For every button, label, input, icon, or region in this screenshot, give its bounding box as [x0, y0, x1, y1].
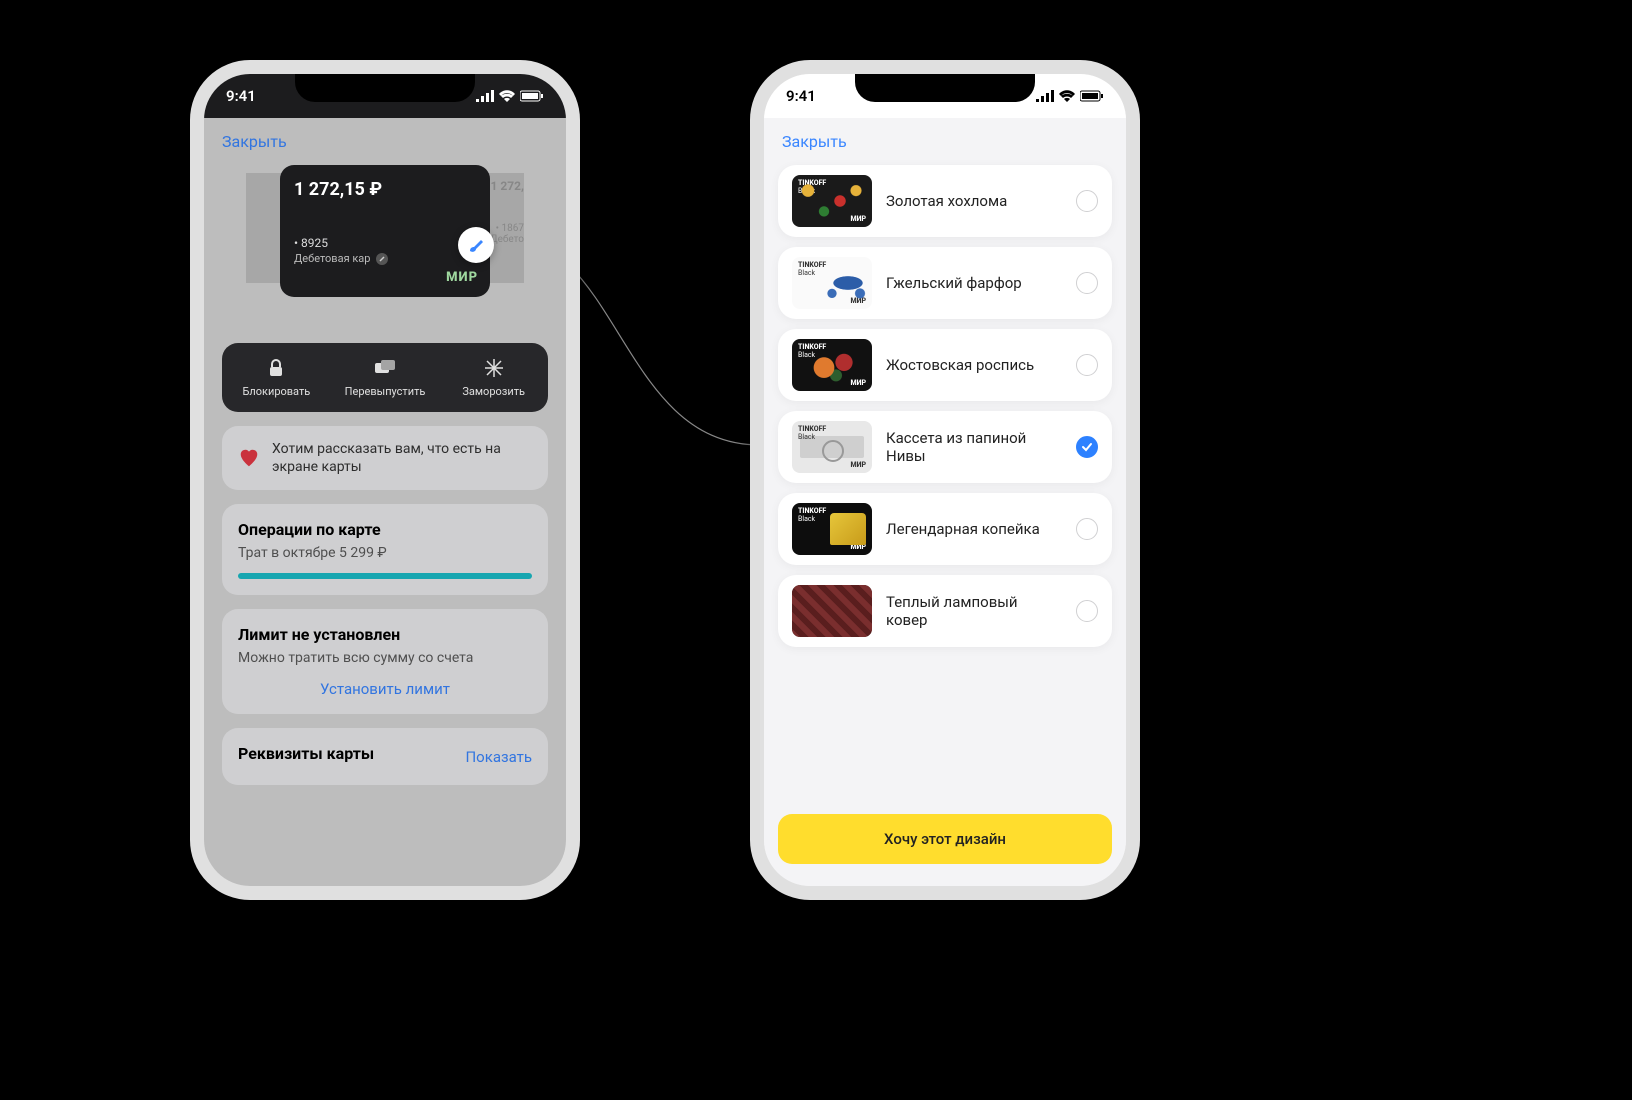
- design-item[interactable]: TINKOFFBlack МИР Золотая хохлома: [778, 165, 1112, 237]
- design-thumbnail: TINKOFFBlack МИР: [792, 503, 872, 555]
- design-radio[interactable]: [1076, 272, 1098, 294]
- close-button[interactable]: Закрыть: [764, 118, 865, 165]
- lock-icon: [268, 359, 284, 377]
- card-brand-mir: МИР: [446, 270, 478, 285]
- check-icon: [1081, 441, 1093, 453]
- design-radio[interactable]: [1076, 518, 1098, 540]
- design-name: Гжельский фарфор: [886, 274, 1062, 292]
- design-thumbnail: TINKOFFBlack МИР: [792, 421, 872, 473]
- design-list[interactable]: TINKOFFBlackМИРЗолотая хохломаTINKOFFBla…: [764, 165, 1126, 647]
- design-radio[interactable]: [1076, 190, 1098, 212]
- action-freeze[interactable]: Заморозить: [439, 357, 548, 398]
- confirm-design-button[interactable]: Хочу этот дизайн: [778, 814, 1112, 864]
- edit-icon[interactable]: [376, 253, 388, 265]
- card-peek-right[interactable]: 1 272, • 1867 Дебето: [484, 173, 524, 283]
- card-type: Дебетовая кар: [294, 252, 476, 265]
- battery-icon: [520, 90, 544, 102]
- requisites-title: Реквизиты карты: [238, 744, 374, 763]
- heart-icon: [238, 447, 260, 469]
- action-block[interactable]: Блокировать: [222, 357, 331, 398]
- limit-section: Лимит не установлен Можно тратить всю су…: [222, 609, 548, 714]
- status-bar: 9:41: [764, 74, 1126, 118]
- design-name: Золотая хохлома: [886, 192, 1062, 210]
- status-time: 9:41: [226, 87, 256, 105]
- thumb-mir: МИР: [850, 297, 866, 305]
- thumb-mir: МИР: [850, 379, 866, 387]
- signal-icon: [1036, 90, 1054, 102]
- card-actions: Блокировать Перевыпустить Заморозить: [222, 343, 548, 412]
- design-item[interactable]: TINKOFFBlack МИР Гжельский фарфор: [778, 247, 1112, 319]
- card-number: • 8925: [294, 236, 476, 250]
- thumb-mir: МИР: [850, 543, 866, 551]
- design-name: Кассета из папиной Нивы: [886, 429, 1062, 465]
- design-name: Легендарная копейка: [886, 520, 1062, 538]
- design-name: Жостовская роспись: [886, 356, 1062, 374]
- requisites-section: Реквизиты карты Показать: [222, 728, 548, 785]
- thumb-brand: TINKOFFBlack: [798, 261, 826, 277]
- thumb-brand: TINKOFFBlack: [798, 589, 826, 605]
- phone-mockup-card-settings: 9:41 Закрыть 1 272,15 ₽ • 8925 Дебетовая…: [190, 60, 580, 900]
- spend-progress: [238, 573, 532, 579]
- change-design-button[interactable]: [458, 227, 494, 263]
- thumb-mir: МИР: [850, 215, 866, 223]
- operations-subtitle: Трат в октябре 5 299 ₽: [238, 545, 532, 561]
- action-reissue[interactable]: Перевыпустить: [331, 357, 440, 398]
- info-banner[interactable]: Хотим рассказать вам, что есть на экране…: [222, 426, 548, 490]
- design-item[interactable]: TINKOFFBlack МИР Жостовская роспись: [778, 329, 1112, 401]
- close-button[interactable]: Закрыть: [204, 118, 305, 165]
- design-thumbnail: TINKOFFBlack МИР: [792, 339, 872, 391]
- banner-text: Хотим рассказать вам, что есть на экране…: [272, 440, 532, 476]
- card-carousel[interactable]: 1 272,15 ₽ • 8925 Дебетовая кар МИР 1 27…: [204, 165, 566, 335]
- set-limit-link[interactable]: Установить лимит: [238, 680, 532, 698]
- operations-section[interactable]: Операции по карте Трат в октябре 5 299 ₽: [222, 504, 548, 595]
- show-requisites-link[interactable]: Показать: [465, 748, 532, 766]
- thumb-brand: TINKOFFBlack: [798, 507, 826, 523]
- wifi-icon: [1059, 90, 1075, 102]
- design-item[interactable]: TINKOFFBlack МИР Теплый ламповый ковер: [778, 575, 1112, 647]
- cards-icon: [375, 360, 395, 376]
- thumb-brand: TINKOFFBlack: [798, 179, 826, 195]
- thumb-mir: МИР: [850, 461, 866, 469]
- design-item[interactable]: TINKOFFBlack МИР Кассета из папиной Нивы: [778, 411, 1112, 483]
- thumb-brand: TINKOFFBlack: [798, 343, 826, 359]
- snowflake-icon: [485, 359, 503, 377]
- card-main[interactable]: 1 272,15 ₽ • 8925 Дебетовая кар МИР: [280, 165, 490, 297]
- design-radio[interactable]: [1076, 436, 1098, 458]
- design-name: Теплый ламповый ковер: [886, 593, 1062, 629]
- thumb-brand: TINKOFFBlack: [798, 425, 826, 441]
- design-item[interactable]: TINKOFFBlack МИР Легендарная копейка: [778, 493, 1112, 565]
- thumb-mir: МИР: [850, 625, 866, 633]
- limit-title: Лимит не установлен: [238, 625, 532, 644]
- battery-icon: [1080, 90, 1104, 102]
- brush-icon: [467, 236, 485, 254]
- design-thumbnail: TINKOFFBlack МИР: [792, 175, 872, 227]
- signal-icon: [476, 90, 494, 102]
- limit-subtitle: Можно тратить всю сумму со счета: [238, 650, 532, 666]
- design-thumbnail: TINKOFFBlack МИР: [792, 585, 872, 637]
- design-radio[interactable]: [1076, 600, 1098, 622]
- status-bar: 9:41: [204, 74, 566, 118]
- phone-mockup-design-picker: 9:41 Закрыть TINKOFFBlack МИР Золотая хохл…: [750, 60, 1140, 900]
- wifi-icon: [499, 90, 515, 102]
- design-radio[interactable]: [1076, 354, 1098, 376]
- card-balance: 1 272,15 ₽: [294, 179, 476, 200]
- operations-title: Операции по карте: [238, 520, 532, 539]
- design-thumbnail: TINKOFFBlack МИР: [792, 257, 872, 309]
- status-time: 9:41: [786, 87, 816, 105]
